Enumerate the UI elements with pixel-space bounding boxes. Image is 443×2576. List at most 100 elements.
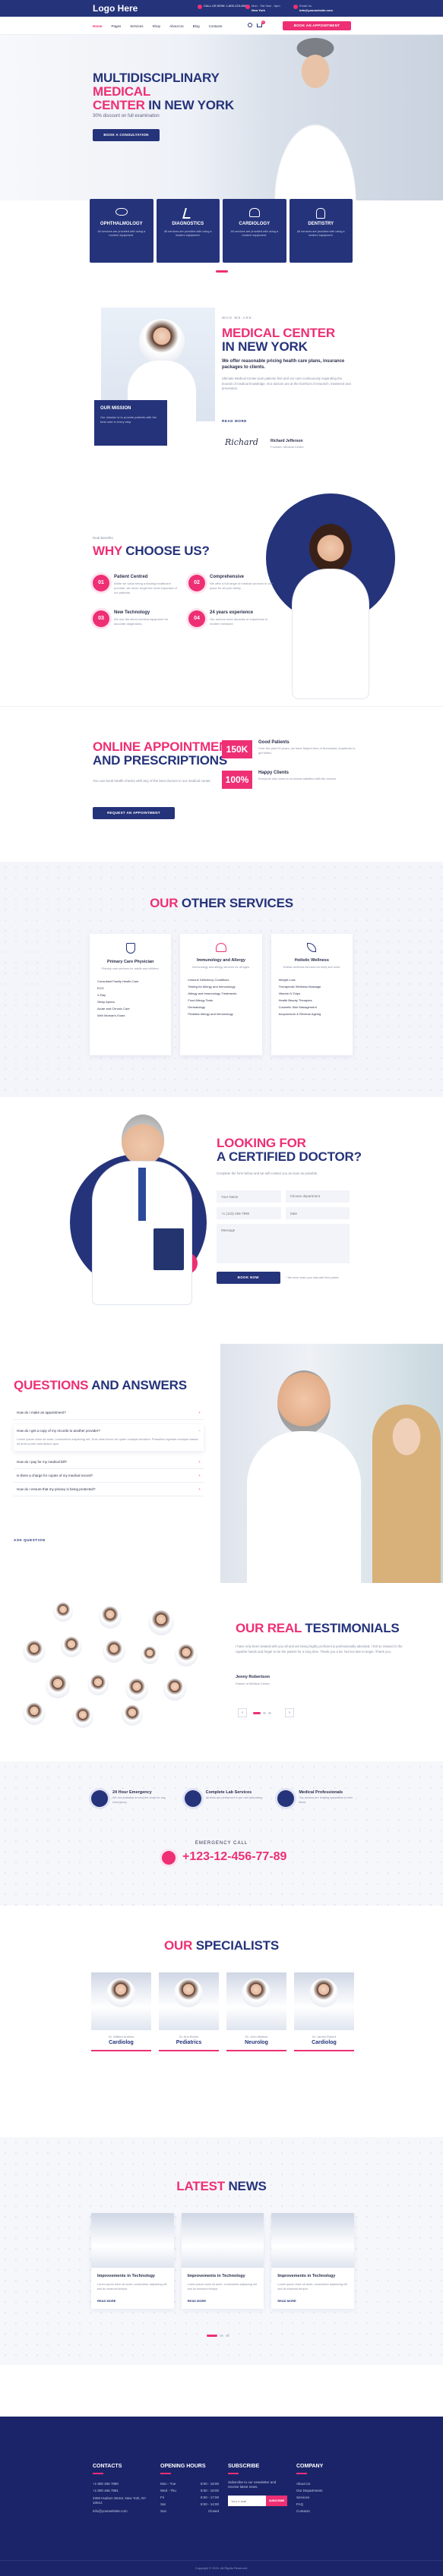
hours-time: 8:00 - 18:00: [200, 2489, 219, 2492]
phone-field[interactable]: [217, 1207, 281, 1219]
feature-title: Complete Lab Services: [205, 1790, 252, 1795]
site-logo[interactable]: Logo Here: [93, 3, 138, 14]
nav-home[interactable]: Home: [93, 24, 103, 28]
footer-link[interactable]: Contacts: [296, 2508, 355, 2515]
subscribe-button[interactable]: SUBSCRIBE: [266, 2496, 287, 2506]
testimonial-dots[interactable]: [253, 1712, 280, 1714]
news-list: Improvements in Technology Lorem ipsum d…: [91, 2213, 355, 2309]
dot-active[interactable]: [207, 2335, 217, 2337]
news-post-title[interactable]: Improvements in Technology: [188, 2274, 258, 2278]
news-image: [271, 2213, 355, 2268]
other-service-card[interactable]: Holistic Wellness Holistic wellness serv…: [271, 934, 353, 1055]
footer-link[interactable]: Our Departments: [296, 2487, 355, 2494]
news-post-title[interactable]: Improvements in Technology: [97, 2274, 168, 2278]
department-select[interactable]: Choose department: [285, 1190, 350, 1203]
nav-services[interactable]: Services: [130, 24, 143, 28]
tooth-icon: [316, 208, 326, 219]
search-icon[interactable]: [248, 23, 252, 27]
footer-link[interactable]: Services: [296, 2494, 355, 2501]
ask-question-link[interactable]: ASK QUESTION: [14, 1538, 45, 1542]
nav-pages[interactable]: Pages: [112, 24, 122, 28]
testimonial-avatars: [15, 1602, 205, 1731]
specialist-card[interactable]: Dr. Ann Brown Pediatrics: [159, 1972, 219, 2051]
about-title-1: MEDICAL CENTER: [222, 326, 335, 340]
about-read-more[interactable]: READ MORE: [222, 419, 247, 423]
faq-item[interactable]: How do I ensure that my privacy is being…: [14, 1483, 204, 1496]
service-card-ophthalmology[interactable]: OPHTHALMOLOGY All services are provided …: [90, 199, 153, 263]
eye-icon: [115, 208, 128, 216]
service-text: All services are provided with using a m…: [97, 230, 145, 237]
faq-item[interactable]: How do I pay for my medical bill? +: [14, 1455, 204, 1469]
message-field[interactable]: [217, 1224, 350, 1263]
subscribe-email-input[interactable]: [228, 2496, 266, 2506]
footer-link[interactable]: About Us: [296, 2480, 355, 2487]
testimonial-next-button[interactable]: ›: [285, 1708, 294, 1717]
dot[interactable]: [263, 1712, 266, 1714]
date-field[interactable]: [285, 1207, 350, 1219]
service-card-dentistry[interactable]: DENTISTRY All services are provided with…: [289, 199, 353, 263]
faq-answer: Lorem ipsum dolor sit amet, consectetur …: [17, 1437, 199, 1446]
hours-time: Closed: [207, 2509, 219, 2513]
emergency-phone[interactable]: +123-12-456-77-89: [182, 1850, 286, 1864]
specialist-card[interactable]: Dr. John Watson Neurolog: [226, 1972, 286, 2051]
specialist-card[interactable]: Dr. James Robert Cardiolog: [294, 1972, 354, 2051]
nav-blog[interactable]: Blog: [193, 24, 200, 28]
request-appointment-button[interactable]: REQUEST AN APPOINTMENT: [93, 807, 175, 819]
footer-phone-1[interactable]: +1 800 456 7890: [93, 2480, 151, 2487]
avatar: [175, 1644, 198, 1666]
avatar: [53, 1602, 73, 1622]
faq-item[interactable]: How do I make an appointment? +: [14, 1406, 204, 1420]
footer-link[interactable]: FAQ: [296, 2501, 355, 2508]
faq-item-open[interactable]: How do I get a copy of my records to ano…: [14, 1424, 204, 1451]
book-consultation-button[interactable]: BOOK A CONSULTATION: [93, 129, 160, 141]
news-title: LATEST NEWS: [0, 2179, 443, 2194]
emergency-features: 24 Hour Emergency We are available around…: [91, 1790, 357, 1807]
faq-item[interactable]: Is there a charge for copies of my medic…: [14, 1469, 204, 1483]
footer-copyright: Copyright © 2024. All Rights Reserved.: [195, 2566, 248, 2570]
clock-icon: [245, 5, 250, 9]
specialist-card[interactable]: Dr. William Andrew Cardiolog: [91, 1972, 151, 2051]
footer-phone-2[interactable]: +1 800 456 7891: [93, 2487, 151, 2494]
testimonial-prev-button[interactable]: ‹: [238, 1708, 247, 1717]
news-read-more[interactable]: READ MORE: [188, 2299, 258, 2303]
service-card-cardiology[interactable]: CARDIOLOGY All services are provided wit…: [223, 199, 286, 263]
footer-email[interactable]: info@yourwebsite.com: [93, 2508, 151, 2515]
other-services-title-1: OUR: [150, 896, 179, 910]
slider-dots[interactable]: [216, 270, 228, 273]
other-service-card[interactable]: Primary Care Physician Primary care serv…: [90, 934, 172, 1055]
list-item: Allergy and Immunology Treatments: [188, 991, 237, 995]
other-service-card[interactable]: Immunology and Allergy Immunology and al…: [180, 934, 262, 1055]
dot[interactable]: [268, 1712, 271, 1714]
other-service-list: Consultant Family Health Care ECG X-Ray Sle…: [97, 978, 163, 1019]
book-appointment-button[interactable]: BOOK AN APPOINTMENT: [283, 21, 351, 30]
news-card[interactable]: Improvements in Technology Lorem ipsum d…: [271, 2213, 355, 2309]
name-field[interactable]: [217, 1190, 281, 1203]
feature-item: Medical Professionals Our doctors are lea…: [277, 1790, 357, 1807]
nav-about[interactable]: About Us: [169, 24, 184, 28]
dot[interactable]: [220, 2335, 223, 2337]
news-dots[interactable]: [207, 2335, 237, 2337]
news-read-more[interactable]: READ MORE: [97, 2299, 168, 2303]
about-title-2: IN NEW YORK: [222, 339, 308, 354]
call-label: CALL US NOW: 1-800-123-4567: [204, 4, 248, 8]
other-service-list: Weight Loss Therapeutic Wellness Massage V…: [279, 976, 345, 1017]
nav-shop[interactable]: Shop: [153, 24, 161, 28]
news-card[interactable]: Improvements in Technology Lorem ipsum d…: [91, 2213, 174, 2309]
avatar: [99, 1606, 122, 1629]
service-card-diagnostics[interactable]: DIAGNOSTICS All services are provided wi…: [156, 199, 220, 263]
email-value[interactable]: info@yourwebsite.com: [299, 8, 333, 12]
list-item: Immune Deficiency Conditions: [188, 977, 229, 982]
stat-value: 100%: [222, 771, 252, 789]
book-now-button[interactable]: BOOK NOW: [217, 1272, 280, 1284]
news-card[interactable]: Improvements in Technology Lorem ipsum d…: [181, 2213, 264, 2309]
news-read-more[interactable]: READ MORE: [277, 2299, 348, 2303]
hero-title-part-4: IN NEW YORK: [148, 98, 234, 112]
dot-active[interactable]: [253, 1712, 261, 1714]
avatar: [103, 1640, 125, 1663]
nav-contacts[interactable]: Contacts: [209, 24, 223, 28]
cart-icon[interactable]: [257, 24, 262, 27]
news-post-title[interactable]: Improvements in Technology: [277, 2274, 348, 2278]
news-post-text: Lorem ipsum dolor sit amet, consectetur …: [277, 2283, 347, 2291]
dot[interactable]: [226, 2335, 229, 2337]
mission-title: OUR MISSION: [100, 406, 131, 411]
